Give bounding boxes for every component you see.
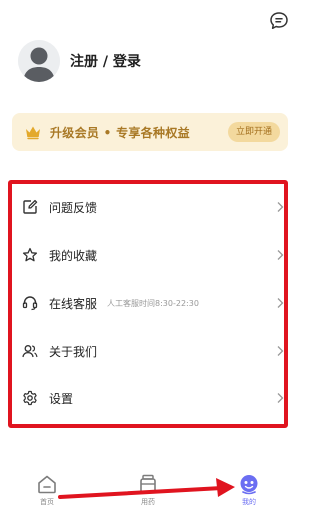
tab-home[interactable]: 首页	[27, 473, 67, 507]
service-hours: 人工客服时间8:30-22:30	[107, 298, 199, 308]
users-icon	[22, 345, 38, 358]
medicine-icon	[140, 474, 156, 494]
tab-medicine[interactable]: 用药	[128, 473, 168, 507]
profile-header[interactable]: 注册 / 登录	[18, 40, 141, 82]
menu-item-label: 关于我们	[49, 344, 98, 359]
menu-item-label: 设置	[49, 391, 74, 406]
login-register-link[interactable]: 注册 / 登录	[70, 51, 141, 71]
edit-icon	[23, 199, 38, 214]
chevron-right-icon	[277, 346, 284, 356]
menu-item-about-us[interactable]: 关于我们	[22, 339, 286, 363]
tab-label: 我的	[242, 498, 256, 506]
menu-list: 问题反馈 我的收藏 在线客服 人工客服时间8:30-22:30 关于我们 设置	[8, 180, 288, 428]
menu-item-feedback[interactable]: 问题反馈	[22, 195, 286, 219]
vip-banner[interactable]: 升级会员 • 专享各种权益 立即开通	[12, 113, 288, 151]
profile-icon	[240, 475, 258, 495]
chevron-right-icon	[277, 250, 284, 260]
chevron-right-icon	[277, 393, 284, 403]
tab-label: 首页	[40, 498, 54, 506]
crown-icon	[26, 126, 40, 140]
chevron-right-icon	[277, 202, 284, 212]
menu-item-label: 问题反馈	[49, 200, 98, 215]
star-icon	[22, 247, 38, 262]
menu-item-customer-service[interactable]: 在线客服 人工客服时间8:30-22:30	[22, 291, 286, 315]
tab-label: 用药	[141, 498, 155, 506]
tab-mine[interactable]: 我的	[229, 473, 269, 507]
menu-item-label: 我的收藏	[49, 248, 98, 263]
bottom-tab-bar: 首页 用药 我的	[0, 467, 300, 517]
chevron-right-icon	[277, 298, 284, 308]
menu-item-settings[interactable]: 设置	[22, 386, 286, 410]
vip-promo-text: 升级会员 • 专享各种权益	[50, 125, 190, 140]
avatar[interactable]	[18, 40, 60, 82]
chat-icon[interactable]	[268, 10, 290, 32]
headset-icon	[22, 296, 38, 311]
menu-item-label: 在线客服	[49, 296, 98, 311]
gear-icon	[23, 390, 37, 406]
menu-item-favorites[interactable]: 我的收藏	[22, 243, 286, 267]
home-icon	[38, 475, 56, 494]
vip-activate-button[interactable]: 立即开通	[227, 122, 280, 142]
